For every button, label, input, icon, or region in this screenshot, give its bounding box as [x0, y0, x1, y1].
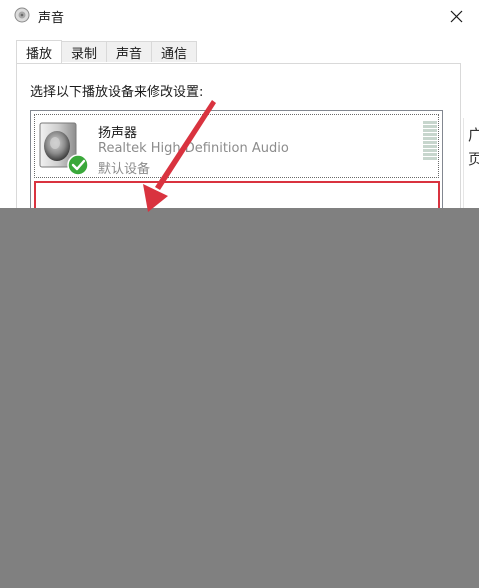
- tab-recording[interactable]: 录制: [61, 41, 108, 62]
- playback-instruction: 选择以下播放设备来修改设置:: [30, 85, 204, 100]
- background-text-1: 广: [468, 124, 479, 145]
- sound-dialog-screenshot: 声音 播放 录制 声音 通信 选择以下播放设备来修改设置: 扬声器 Realte…: [0, 0, 479, 588]
- gray-cover-region: [0, 208, 479, 588]
- device-driver: Realtek High Definition Audio: [98, 141, 289, 156]
- window-title: 声音: [38, 11, 65, 26]
- close-icon: [450, 10, 463, 22]
- speaker-icon: [39, 122, 89, 176]
- green-check-icon: [67, 154, 89, 176]
- background-text-2: 页: [468, 148, 479, 169]
- title-bar: 声音: [0, 0, 479, 32]
- sound-settings-icon: [14, 7, 30, 23]
- device-name: 扬声器: [98, 126, 138, 141]
- tab-communications[interactable]: 通信: [151, 41, 198, 62]
- device-item-speakers[interactable]: 扬声器 Realtek High Definition Audio 默认设备: [34, 114, 439, 178]
- device-status: 默认设备: [98, 162, 151, 177]
- volume-level-meter: [423, 121, 437, 163]
- background-window-fragment: 广 页: [463, 118, 479, 208]
- tab-playback[interactable]: 播放: [16, 40, 63, 63]
- tab-sounds[interactable]: 声音: [106, 41, 153, 62]
- tab-strip: 播放 录制 声音 通信: [16, 40, 198, 63]
- close-button[interactable]: [434, 0, 479, 32]
